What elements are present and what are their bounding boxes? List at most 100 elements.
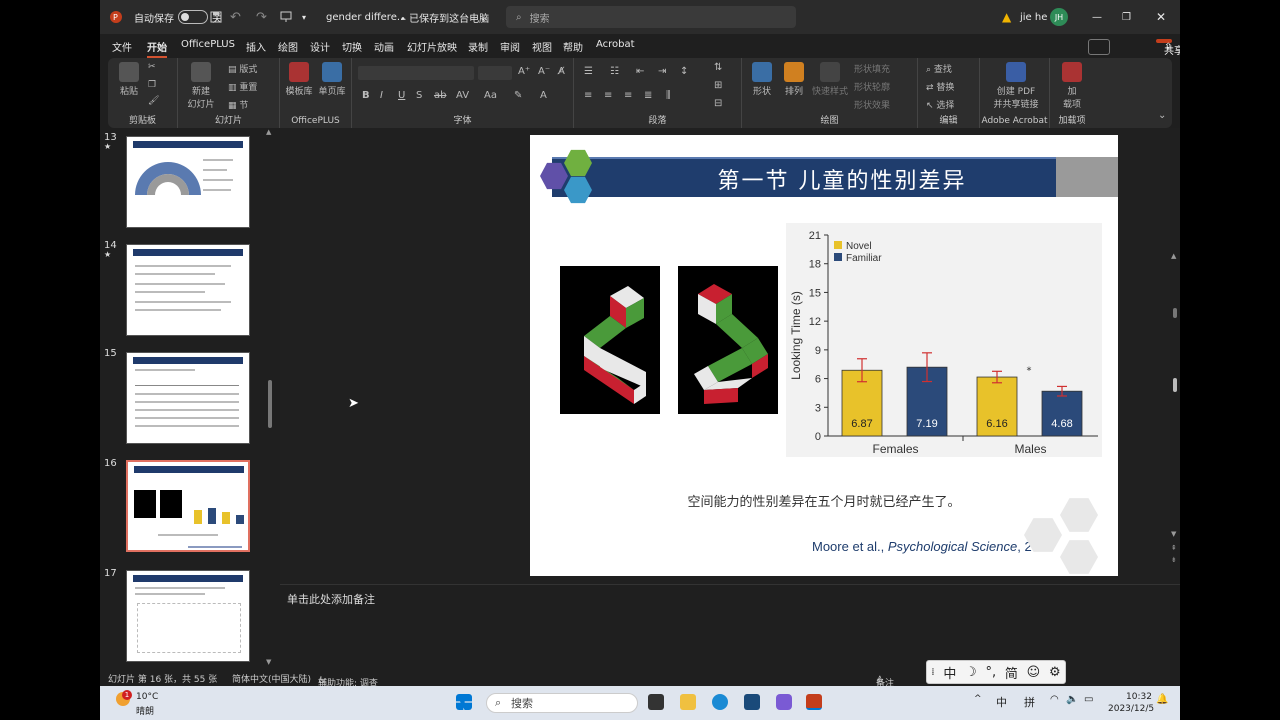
- ime-grip-icon[interactable]: ⁞: [931, 667, 934, 678]
- slide-caption[interactable]: 空间能力的性别差异在五个月时就已经产生了。: [530, 491, 1118, 510]
- save-icon[interactable]: [210, 11, 222, 23]
- shapes-button[interactable]: 形状: [746, 62, 778, 97]
- format-painter-icon[interactable]: 🖌: [148, 96, 159, 106]
- menu-transitions[interactable]: 切换: [342, 39, 362, 54]
- comments-button[interactable]: [1088, 39, 1110, 55]
- replace-button[interactable]: ⇄ 替换: [926, 80, 954, 93]
- user-name[interactable]: jie he: [1020, 12, 1047, 23]
- line-spacing-icon[interactable]: ↕: [680, 66, 688, 77]
- slide-thumbnail-16[interactable]: [126, 460, 250, 552]
- increase-font-icon[interactable]: A⁺: [518, 66, 530, 77]
- ime-toolbar[interactable]: ⁞ 中 ☽ °, 简 ☺ ⚙: [926, 660, 1066, 684]
- ime-emoji-icon[interactable]: ☺: [1027, 665, 1041, 680]
- ime-chinese-mode[interactable]: 中: [943, 663, 956, 682]
- underline-icon[interactable]: U: [398, 90, 405, 101]
- select-button[interactable]: ↖ 选择: [926, 98, 954, 111]
- notes-pane[interactable]: 单击此处添加备注: [280, 584, 1180, 668]
- thumbnail-scrollbar[interactable]: [268, 380, 272, 428]
- volume-icon[interactable]: 🔈: [1066, 694, 1078, 705]
- scroll-up-icon[interactable]: ▲: [266, 128, 271, 136]
- shape-effects-button[interactable]: 形状效果: [854, 98, 890, 111]
- file-explorer-icon[interactable]: [680, 694, 696, 710]
- edge-browser-icon[interactable]: [712, 694, 728, 710]
- italic-icon[interactable]: I: [380, 90, 383, 101]
- menu-acrobat[interactable]: Acrobat: [596, 39, 635, 50]
- create-pdf-button[interactable]: 创建 PDF 并共享链接: [988, 62, 1044, 110]
- undo-icon[interactable]: ↶: [230, 10, 241, 25]
- font-size-field[interactable]: [478, 66, 512, 80]
- show-hidden-icons[interactable]: ^: [974, 694, 982, 704]
- task-view-icon[interactable]: [648, 694, 664, 710]
- quick-styles-button[interactable]: 快速样式: [810, 62, 850, 97]
- bold-icon[interactable]: B: [362, 90, 370, 101]
- notification-bell-icon[interactable]: 🔔: [1156, 694, 1168, 705]
- language-indicator[interactable]: 简体中文(中国大陆): [232, 672, 311, 685]
- slide-citation[interactable]: Moore et al., Psychological Science, 200…: [812, 539, 1053, 554]
- looking-time-chart[interactable]: 0 3 6 9 12 15 18 21 Looking Time (s) Females6.87 7…: [786, 223, 1102, 457]
- ime-punctuation-icon[interactable]: °,: [985, 665, 996, 680]
- highlight-icon[interactable]: ✎: [514, 90, 522, 101]
- chevron-down-icon[interactable]: ⌄: [480, 13, 487, 22]
- store-icon[interactable]: [744, 694, 760, 710]
- numbering-icon[interactable]: ☷: [610, 66, 619, 77]
- ime-halfwidth-icon[interactable]: ☽: [965, 665, 977, 680]
- shape-fill-button[interactable]: 形状填充: [854, 62, 890, 75]
- slide-thumbnail-17[interactable]: [126, 570, 250, 662]
- next-slide-icon[interactable]: ⇟: [1171, 556, 1177, 564]
- align-right-icon[interactable]: ≡: [624, 90, 632, 101]
- char-spacing-icon[interactable]: AV: [456, 90, 469, 101]
- paste-button[interactable]: 粘贴: [114, 62, 144, 97]
- menu-view[interactable]: 视图: [532, 39, 552, 54]
- align-left-icon[interactable]: ≡: [584, 90, 592, 101]
- change-case-icon[interactable]: Aa: [484, 90, 497, 101]
- justify-icon[interactable]: ≣: [644, 90, 652, 101]
- font-name-field[interactable]: [358, 66, 474, 80]
- strikethrough-icon[interactable]: ab: [434, 90, 446, 101]
- powerpoint-taskbar-icon[interactable]: [806, 694, 822, 710]
- search-box[interactable]: ⌕ 搜索: [506, 6, 796, 28]
- collapse-ribbon-icon[interactable]: ⌄: [1158, 110, 1166, 121]
- warning-icon[interactable]: ▲: [1002, 10, 1011, 24]
- bullets-icon[interactable]: ☰: [584, 66, 593, 77]
- customize-qat-icon[interactable]: ▾: [302, 13, 306, 22]
- ime-settings-icon[interactable]: ⚙: [1049, 665, 1061, 680]
- menu-review[interactable]: 审阅: [500, 39, 520, 54]
- slide-thumbnail-14[interactable]: [126, 244, 250, 336]
- menu-design[interactable]: 设计: [310, 39, 330, 54]
- section-button[interactable]: ▦ 节: [228, 98, 248, 111]
- single-page-button[interactable]: 单页库: [316, 62, 348, 97]
- shadow-icon[interactable]: S: [416, 90, 422, 101]
- user-avatar[interactable]: JH: [1050, 8, 1068, 26]
- clock-date[interactable]: 2023/12/5: [1108, 704, 1154, 714]
- menu-help[interactable]: 帮助: [563, 39, 583, 54]
- battery-icon[interactable]: ▭: [1084, 694, 1093, 705]
- share-button[interactable]: ⇪ 共享: [1156, 39, 1180, 57]
- smartart-icon[interactable]: ⊟: [714, 98, 722, 109]
- template-button[interactable]: 模板库: [284, 62, 314, 97]
- ime-language[interactable]: 中: [996, 694, 1007, 710]
- wifi-icon[interactable]: ◠: [1050, 694, 1059, 705]
- menu-draw[interactable]: 绘图: [278, 39, 298, 54]
- menu-insert[interactable]: 插入: [246, 39, 266, 54]
- notes-placeholder[interactable]: 单击此处添加备注: [287, 591, 375, 607]
- menu-record[interactable]: 录制: [468, 39, 488, 54]
- shape-outline-button[interactable]: 形状轮廓: [854, 80, 890, 93]
- minimize-icon[interactable]: —: [1092, 12, 1102, 23]
- text-direction-icon[interactable]: ⇅: [714, 62, 722, 73]
- taskbar-search[interactable]: ⌕ 搜索: [486, 693, 638, 713]
- menu-officeplus[interactable]: OfficePLUS: [181, 39, 235, 50]
- layout-button[interactable]: ▤ 版式: [228, 62, 257, 75]
- ime-simplified-mode[interactable]: 简: [1005, 663, 1018, 682]
- redo-icon[interactable]: ↷: [256, 10, 267, 25]
- cut-icon[interactable]: ✂: [148, 62, 156, 72]
- restore-icon[interactable]: ❐: [1122, 12, 1131, 23]
- slide-thumbnail-15[interactable]: [126, 352, 250, 444]
- scroll-down-icon[interactable]: ▼: [1171, 530, 1176, 538]
- slide-title[interactable]: 第一节 儿童的性别差异: [652, 163, 1032, 195]
- font-color-icon[interactable]: A: [540, 90, 547, 101]
- windows-start-icon[interactable]: [456, 694, 472, 710]
- decrease-font-icon[interactable]: A⁻: [538, 66, 550, 77]
- slide-thumbnail-13[interactable]: [126, 136, 250, 228]
- menu-slideshow[interactable]: 幻灯片放映: [407, 39, 457, 54]
- menu-animations[interactable]: 动画: [374, 39, 394, 54]
